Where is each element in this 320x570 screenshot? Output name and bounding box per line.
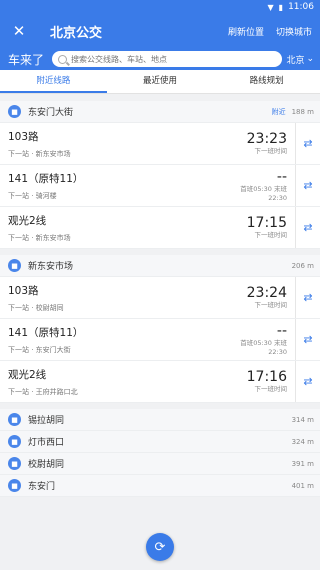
bus-icon: ■: [8, 479, 21, 492]
swap-icon[interactable]: ⇄: [296, 277, 320, 318]
stop-name: 东安门大街: [28, 108, 74, 118]
chevron-down-icon: ⌄: [306, 54, 314, 64]
route-last-time: 22:30: [268, 347, 287, 356]
refresh-location-button[interactable]: 刷新位置: [228, 25, 264, 38]
status-time: 11:06: [288, 2, 314, 12]
route-next-stop: 下一站 · 校尉胡同: [8, 304, 64, 312]
search-box[interactable]: [52, 51, 283, 67]
route-name: 103路: [8, 285, 39, 297]
bus-icon: ■: [8, 105, 21, 118]
swap-icon[interactable]: ⇄: [296, 123, 320, 164]
city-label: 北京: [286, 55, 305, 66]
close-icon[interactable]: ✕: [8, 22, 30, 40]
stop-name: 校尉胡同: [28, 460, 65, 470]
stop-name: 灯市西口: [28, 438, 65, 448]
route-time: 17:15: [246, 215, 287, 231]
switch-city-button[interactable]: 切换城市: [276, 25, 312, 38]
stop-distance: 206 m: [291, 261, 314, 270]
route-row[interactable]: 观光2线 下一站 · 王府井路口北 17:16 下一班时间 ⇄: [0, 361, 320, 403]
route-next-stop: 下一站 · 骑河楼: [8, 192, 57, 200]
stop-header[interactable]: ■ 锡拉胡同 314 m: [0, 409, 320, 431]
tab-bar: 附近线路 最近使用 路线规划: [0, 70, 320, 94]
nearby-tag: 附近: [271, 107, 286, 116]
route-row[interactable]: 141（原特11） 下一站 · 骑河楼 -- 首班05:30 末班 22:30 …: [0, 165, 320, 207]
stop-list: ■ 东安门大街 附近 188 m 103路 下一站 · 新东安市场 23:23 …: [0, 95, 320, 497]
route-name: 141（原特11）: [8, 327, 84, 339]
route-time-label: 下一班时间: [254, 385, 288, 393]
route-next-stop: 下一站 · 王府井路口北: [8, 388, 78, 396]
other-stops-section: ■ 锡拉胡同 314 m ■ 灯市西口 324 m ■ 校尉胡同 391 m ■…: [0, 409, 320, 497]
route-row[interactable]: 103路 下一站 · 校尉胡同 23:24 下一班时间 ⇄: [0, 277, 320, 319]
page-title: 北京公交: [50, 25, 103, 41]
route-row[interactable]: 103路 下一站 · 新东安市场 23:23 下一班时间 ⇄: [0, 123, 320, 165]
stop-header[interactable]: ■ 灯市西口 324 m: [0, 431, 320, 453]
route-time-label: 下一班时间: [254, 147, 288, 155]
route-time: --: [276, 168, 287, 185]
route-name: 观光2线: [8, 215, 47, 227]
route-next-stop: 下一站 · 新东安市场: [8, 150, 71, 158]
route-time-label: 下一班时间: [254, 231, 288, 239]
route-name: 103路: [8, 131, 39, 143]
stop-name: 新东安市场: [28, 262, 74, 272]
route-schedule: 首班05:30 末班: [240, 184, 287, 193]
stop-name: 东安门: [28, 482, 56, 492]
bus-icon: ■: [8, 457, 21, 470]
swap-icon[interactable]: ⇄: [296, 319, 320, 360]
stop-header[interactable]: ■ 新东安市场 206 m: [0, 255, 320, 277]
stop-distance: 324 m: [291, 437, 314, 446]
tab-recent[interactable]: 最近使用: [107, 70, 214, 93]
app-bar: ✕ 北京公交 刷新位置 切换城市: [0, 14, 320, 48]
stop-distance: 188 m: [291, 107, 314, 116]
stop-header[interactable]: ■ 东安门 401 m: [0, 475, 320, 497]
bus-icon: ■: [8, 259, 21, 272]
route-next-stop: 下一站 · 东安门大街: [8, 346, 71, 354]
city-selector[interactable]: 北京 ⌄: [286, 53, 314, 66]
route-next-stop: 下一站 · 新东安市场: [8, 234, 71, 242]
status-bar: ▼ ▮ 11:06: [0, 0, 320, 14]
swap-icon[interactable]: ⇄: [296, 207, 320, 248]
route-row[interactable]: 观光2线 下一站 · 新东安市场 17:15 下一班时间 ⇄: [0, 207, 320, 249]
stop-distance: 401 m: [291, 481, 314, 490]
tab-route-planning[interactable]: 路线规划: [213, 70, 320, 93]
brand-logo: 车来了: [7, 52, 44, 67]
route-last-time: 22:30: [268, 193, 287, 202]
tab-nearby[interactable]: 附近线路: [0, 70, 107, 93]
stop-distance: 391 m: [291, 459, 314, 468]
route-time: 17:16: [246, 369, 287, 385]
route-time: --: [276, 322, 287, 339]
bus-icon: ■: [8, 413, 21, 426]
stop-header[interactable]: ■ 东安门大街 附近 188 m: [0, 101, 320, 123]
stop-header[interactable]: ■ 校尉胡同 391 m: [0, 453, 320, 475]
stop-distance: 314 m: [291, 415, 314, 424]
stop-section: ■ 新东安市场 206 m 103路 下一站 · 校尉胡同 23:24 下一班时…: [0, 255, 320, 403]
route-name: 观光2线: [8, 369, 47, 381]
stop-section: ■ 东安门大街 附近 188 m 103路 下一站 · 新东安市场 23:23 …: [0, 101, 320, 249]
route-name: 141（原特11）: [8, 173, 84, 185]
search-bar: 车来了 北京 ⌄: [0, 48, 320, 70]
wifi-icon: ▼: [267, 2, 274, 12]
route-row[interactable]: 141（原特11） 下一站 · 东安门大街 -- 首班05:30 末班 22:3…: [0, 319, 320, 361]
route-time: 23:24: [246, 285, 287, 301]
swap-icon[interactable]: ⇄: [296, 165, 320, 206]
search-icon: [58, 54, 67, 64]
swap-icon[interactable]: ⇄: [296, 361, 320, 402]
route-time-label: 下一班时间: [254, 301, 288, 309]
search-input[interactable]: [71, 54, 277, 64]
route-time: 23:23: [246, 131, 287, 147]
route-schedule: 首班05:30 末班: [240, 338, 287, 347]
refresh-icon[interactable]: ⟳: [146, 533, 174, 561]
stop-name: 锡拉胡同: [28, 416, 65, 426]
bus-icon: ■: [8, 435, 21, 448]
battery-icon: ▮: [278, 2, 284, 12]
